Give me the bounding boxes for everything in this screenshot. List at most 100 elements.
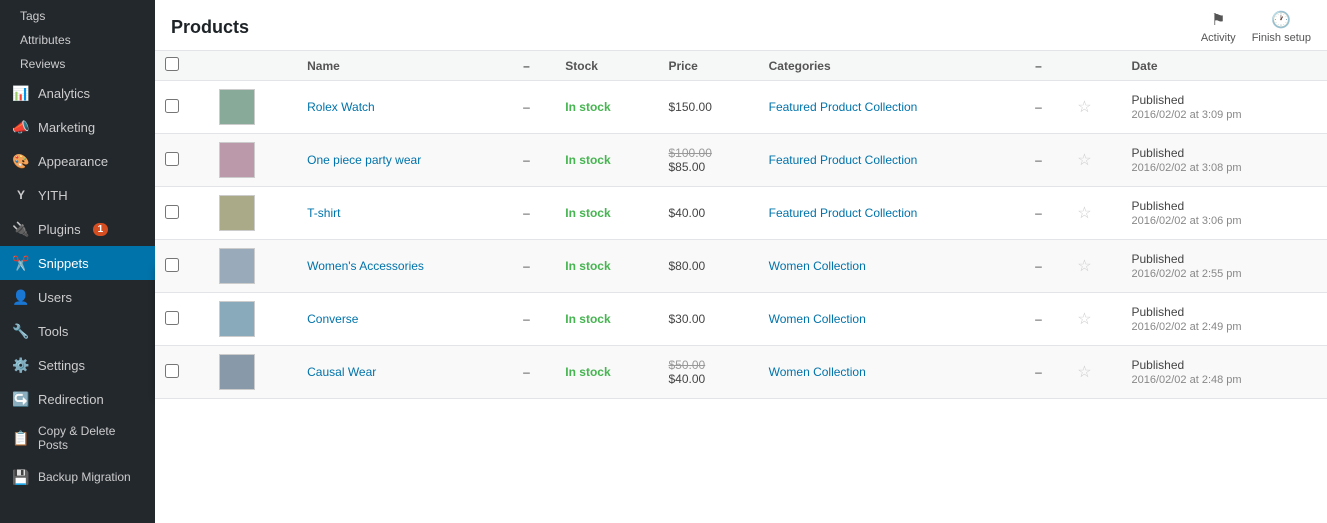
star-icon[interactable]: ☆ [1077,205,1091,222]
star-icon[interactable]: ☆ [1077,364,1091,381]
product-name-link[interactable]: Women's Accessories [307,259,424,273]
row-checkbox[interactable] [165,364,179,378]
sidebar-item-yith[interactable]: Y YITH [0,178,155,212]
tags-link[interactable]: Tags [0,4,155,28]
tools-icon: 🔧 [12,322,30,340]
sale-price: $85.00 [669,160,706,174]
row-checkbox[interactable] [165,205,179,219]
category-link[interactable]: Featured Product Collection [769,206,918,220]
product-name-cell: Causal Wear [297,346,513,399]
row-checkbox[interactable] [165,258,179,272]
table-row: Rolex Watch – In stock $150.00 Featured Prod… [155,81,1327,134]
dash2-cell: – [1025,187,1067,240]
sale-price: $40.00 [669,372,706,386]
sidebar-item-label: Tools [38,324,68,339]
attributes-link[interactable]: Attributes [0,28,155,52]
star-icon[interactable]: ☆ [1077,311,1091,328]
redirection-icon: ↪️ [12,390,30,408]
product-name-link[interactable]: T-shirt [307,206,340,220]
category-link[interactable]: Women Collection [769,312,866,326]
sidebar-item-label: Settings [38,358,85,373]
star-icon[interactable]: ☆ [1077,99,1091,116]
dash2-cell: – [1025,81,1067,134]
row-checkbox[interactable] [165,311,179,325]
stock-cell: In stock [555,134,658,187]
category-link[interactable]: Featured Product Collection [769,100,918,114]
sidebar-item-tools[interactable]: 🔧 Tools [0,314,155,348]
stock-status: In stock [565,312,610,326]
sidebar-item-snippets[interactable]: ✂️ Snippets [0,246,155,280]
sidebar-item-copy-delete[interactable]: 📋 Copy & Delete Posts [0,416,155,460]
price-cell: $100.00$85.00 [659,134,759,187]
star-cell: ☆ [1067,187,1121,240]
publish-date: 2016/02/02 at 2:49 pm [1131,321,1241,333]
col-star [1067,51,1121,81]
product-thumbnail-cell [209,293,297,346]
sidebar-item-settings[interactable]: ⚙️ Settings [0,348,155,382]
product-thumbnail-cell [209,240,297,293]
row-checkbox[interactable] [165,99,179,113]
finish-setup-button[interactable]: 🕐 Finish setup [1252,10,1311,44]
col-price: Price [659,51,759,81]
category-cell: Women Collection [759,293,1026,346]
date-cell: Published 2016/02/02 at 2:48 pm [1121,346,1327,399]
publish-date: 2016/02/02 at 3:09 pm [1131,109,1241,121]
dash2-cell: – [1025,293,1067,346]
star-cell: ☆ [1067,134,1121,187]
reviews-link[interactable]: Reviews [0,52,155,76]
stock-status: In stock [565,365,610,379]
col-image [209,51,297,81]
publish-status: Published [1131,93,1184,107]
sidebar-item-marketing[interactable]: 📣 Marketing [0,110,155,144]
table-row: Causal Wear–In stock$50.00$40.00Women Co… [155,346,1327,399]
product-name-link[interactable]: Rolex Watch [307,100,375,114]
publish-date: 2016/02/02 at 2:48 pm [1131,374,1241,386]
date-cell: Published 2016/02/02 at 3:09 pm [1121,81,1327,134]
product-thumbnail [219,354,255,390]
product-name-cell: Women's Accessories [297,240,513,293]
product-name-cell: One piece party wear [297,134,513,187]
copy-delete-icon: 📋 [12,429,30,447]
sidebar-item-label: Redirection [38,392,104,407]
row-checkbox[interactable] [165,152,179,166]
price-cell: $40.00 [659,187,759,240]
plugins-badge: 1 [93,223,109,236]
product-thumbnail [219,142,255,178]
row-checkbox-cell [155,134,209,187]
sidebar-item-redirection[interactable]: ↪️ Redirection [0,382,155,416]
table-row: One piece party wear – In stock$100.00$85.… [155,134,1327,187]
col-date: Date [1121,51,1327,81]
sidebar-item-backup[interactable]: 💾 Backup Migration [0,460,155,494]
sidebar-item-appearance[interactable]: 🎨 Appearance [0,144,155,178]
activity-button[interactable]: ⚑ Activity [1201,10,1236,44]
row-checkbox-cell [155,187,209,240]
col-dash2: – [1025,51,1067,81]
publish-status: Published [1131,358,1184,372]
star-icon[interactable]: ☆ [1077,258,1091,275]
dash1-cell: – [513,293,555,346]
sidebar-item-users[interactable]: 👤 Users [0,280,155,314]
regular-price: $150.00 [669,100,712,114]
sidebar-item-plugins[interactable]: 🔌 Plugins 1 [0,212,155,246]
stock-status: In stock [565,259,610,273]
product-name-link[interactable]: Causal Wear [307,365,376,379]
stock-cell: In stock [555,81,658,134]
dash2-cell: – [1025,134,1067,187]
category-link[interactable]: Women Collection [769,365,866,379]
activity-icon: ⚑ [1208,10,1228,30]
finish-setup-icon: 🕐 [1271,10,1291,30]
star-icon[interactable]: ☆ [1077,152,1091,169]
publish-status: Published [1131,305,1184,319]
product-name-cell: T-shirt [297,187,513,240]
product-name-link[interactable]: Converse [307,312,358,326]
category-link[interactable]: Featured Product Collection [769,153,918,167]
sidebar-item-label: Copy & Delete Posts [38,424,143,452]
select-all-checkbox[interactable] [165,57,179,71]
activity-label: Activity [1201,32,1236,44]
regular-price: $80.00 [669,259,706,273]
product-name-cell: Rolex Watch [297,81,513,134]
category-link[interactable]: Women Collection [769,259,866,273]
sidebar-item-analytics[interactable]: 📊 Analytics [0,76,155,110]
star-cell: ☆ [1067,346,1121,399]
product-name-link[interactable]: One piece party wear [307,153,421,167]
